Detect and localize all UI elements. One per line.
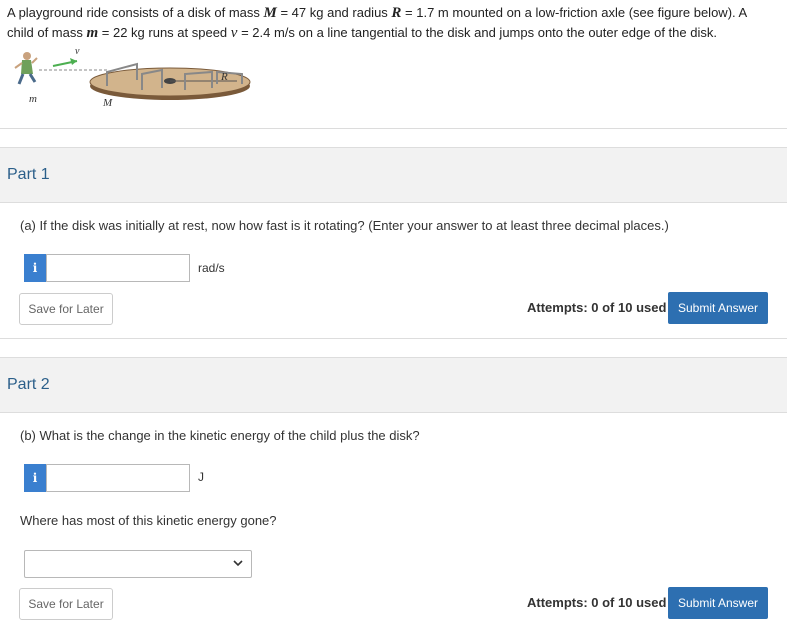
part2-title: Part 2 xyxy=(7,376,50,393)
info-icon[interactable]: i xyxy=(24,254,46,282)
part2-submit-button[interactable]: Submit Answer xyxy=(668,587,768,619)
playground-figure: m v R M xyxy=(14,46,251,109)
part1-question: (a) If the disk was initially at rest, n… xyxy=(20,218,669,233)
info-icon[interactable]: i xyxy=(24,464,46,492)
label-M: M xyxy=(102,97,113,109)
part1-save-later-button[interactable]: Save for Later xyxy=(19,293,113,325)
part1-unit: rad/s xyxy=(198,261,225,275)
divider xyxy=(0,128,787,129)
divider xyxy=(0,338,787,339)
part2-question: (b) What is the change in the kinetic en… xyxy=(20,428,420,443)
part1-answer-input[interactable] xyxy=(46,254,190,282)
part2-attempts: Attempts: 0 of 10 used xyxy=(527,595,667,610)
label-m: m xyxy=(29,93,37,105)
part2-unit: J xyxy=(198,470,204,484)
var-m: m xyxy=(86,25,99,41)
part2-kinetic-energy-select[interactable] xyxy=(24,550,252,578)
label-v: v xyxy=(75,46,80,57)
part2-answer-input[interactable] xyxy=(46,464,190,492)
var-M: M xyxy=(263,5,277,21)
part1-title: Part 1 xyxy=(7,166,50,183)
part1-submit-button[interactable]: Submit Answer xyxy=(668,292,768,324)
problem-statement: A playground ride consists of a disk of … xyxy=(7,5,748,41)
var-R: R xyxy=(391,5,402,21)
part2-question2: Where has most of this kinetic energy go… xyxy=(20,513,277,528)
part1-attempts: Attempts: 0 of 10 used xyxy=(527,300,667,315)
part2-save-later-button[interactable]: Save for Later xyxy=(19,588,113,620)
part1-header: Part 1 xyxy=(0,147,787,203)
chevron-down-icon xyxy=(233,560,243,567)
label-R: R xyxy=(220,71,228,83)
child-figure xyxy=(14,52,38,85)
part2-header: Part 2 xyxy=(0,357,787,413)
